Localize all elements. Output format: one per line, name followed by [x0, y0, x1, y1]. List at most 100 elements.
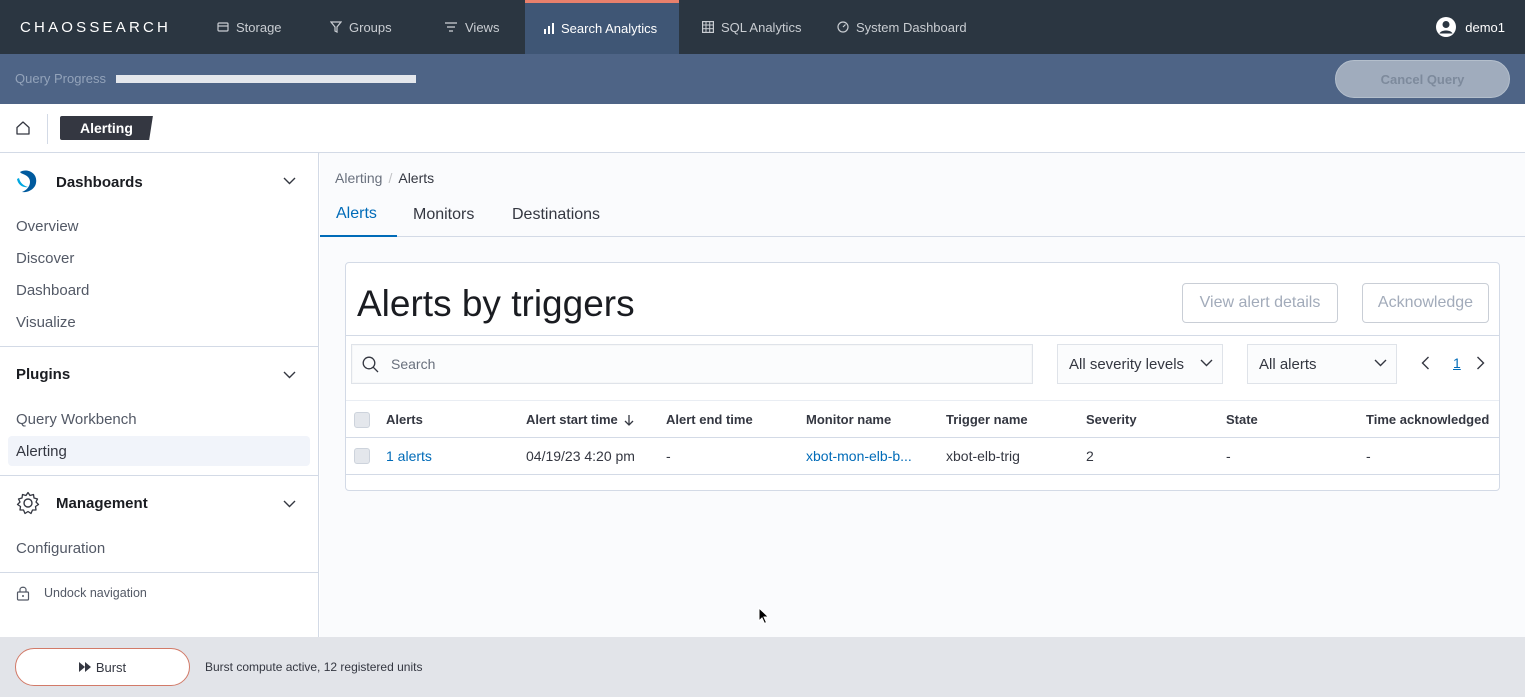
alert-end-time: -	[666, 448, 671, 464]
top-navigation: CHAOSSEARCH Storage Groups Views Search …	[0, 0, 1525, 54]
user-avatar-icon	[1436, 17, 1457, 37]
nav-groups-label: Groups	[349, 19, 392, 35]
fast-forward-icon	[78, 662, 91, 672]
select-all-checkbox[interactable]	[354, 412, 370, 428]
mouse-cursor-icon	[758, 607, 770, 625]
severity-select-value: All severity levels	[1069, 355, 1185, 373]
severity-select[interactable]: All severity levels	[1057, 344, 1223, 384]
page-number[interactable]: 1	[1453, 355, 1461, 371]
nav-system-dashboard-label: System Dashboard	[856, 19, 967, 35]
search-input[interactable]	[391, 356, 991, 372]
column-severity[interactable]: Severity	[1086, 412, 1137, 427]
burst-status-text: Burst compute active, 12 registered unit…	[205, 660, 423, 674]
query-progress-label: Query Progress	[15, 71, 107, 86]
section-dashboards[interactable]: Dashboards	[16, 169, 143, 195]
time-acknowledged-value: -	[1366, 448, 1371, 464]
sidebar-divider	[0, 572, 318, 573]
table-row: 1 alerts 04/19/23 4:20 pm - xbot-mon-elb…	[346, 438, 1499, 475]
table-header: Alerts Alert start time Alert end time M…	[346, 400, 1499, 438]
sidebar-item-overview[interactable]: Overview	[16, 218, 79, 235]
column-state[interactable]: State	[1226, 412, 1258, 427]
column-alerts[interactable]: Alerts	[386, 412, 423, 427]
side-navigation: Dashboards Overview Discover Dashboard V…	[0, 153, 319, 637]
table-icon	[702, 21, 714, 33]
tab-alerts[interactable]: Alerts	[320, 193, 397, 237]
sidebar-item-configuration[interactable]: Configuration	[16, 540, 105, 557]
chevron-left-icon[interactable]	[1421, 356, 1430, 370]
chevron-down-icon[interactable]	[283, 500, 296, 508]
user-menu[interactable]: demo1	[1436, 0, 1505, 54]
alert-start-time: 04/19/23 4:20 pm	[526, 448, 635, 464]
main-content: Alerting / Alerts Alerts Monitors Destinat…	[320, 153, 1525, 637]
breadcrumb-alerts: Alerts	[398, 170, 435, 186]
breadcrumb: Alerting	[0, 104, 1525, 153]
nav-sql-analytics-label: SQL Analytics	[721, 19, 802, 35]
tab-monitors[interactable]: Monitors	[397, 193, 490, 237]
sidebar-item-visualize[interactable]: Visualize	[16, 314, 76, 331]
list-icon	[445, 22, 457, 32]
tab-destinations[interactable]: Destinations	[496, 193, 616, 237]
dashboards-logo-icon	[17, 170, 37, 193]
chevron-down-icon[interactable]	[283, 371, 296, 379]
chevron-down-icon	[1200, 359, 1213, 367]
alerts-count-link[interactable]: 1 alerts	[386, 448, 432, 464]
alerts-panel: Alerts by triggers View alert details Ac…	[345, 262, 1500, 491]
column-trigger-name[interactable]: Trigger name	[946, 412, 1028, 427]
sidebar-item-discover[interactable]: Discover	[16, 250, 74, 267]
panel-divider	[346, 335, 1499, 336]
chevron-right-icon[interactable]	[1476, 356, 1485, 370]
breadcrumb-divider	[47, 114, 48, 144]
undock-navigation-button[interactable]: Undock navigation	[16, 585, 147, 601]
section-plugins[interactable]: Plugins	[16, 366, 70, 383]
column-monitor-name[interactable]: Monitor name	[806, 412, 891, 427]
column-alert-start-time[interactable]: Alert start time	[526, 412, 634, 427]
search-field[interactable]	[351, 344, 1033, 384]
column-time-acknowledged[interactable]: Time acknowledged	[1366, 412, 1489, 427]
trigger-name: xbot-elb-trig	[946, 448, 1020, 464]
nav-search-analytics-label: Search Analytics	[561, 21, 658, 36]
nav-groups[interactable]: Groups	[330, 0, 392, 54]
storage-icon	[217, 22, 229, 32]
panel-title: Alerts by triggers	[357, 283, 635, 324]
nav-system-dashboard[interactable]: System Dashboard	[837, 0, 967, 54]
nav-storage-label: Storage	[236, 19, 282, 35]
section-dashboards-title: Dashboards	[56, 173, 143, 191]
page-breadcrumb: Alerting / Alerts	[335, 170, 434, 186]
monitor-name-link[interactable]: xbot-mon-elb-b...	[806, 448, 912, 464]
sidebar-item-alerting[interactable]: Alerting	[8, 436, 310, 466]
sidebar-divider	[0, 475, 318, 476]
breadcrumb-current: Alerting	[60, 116, 153, 140]
user-name: demo1	[1465, 19, 1505, 35]
nav-sql-analytics[interactable]: SQL Analytics	[702, 0, 801, 54]
query-progress-bar: Query Progress Cancel Query	[0, 54, 1525, 104]
acknowledge-button[interactable]: Acknowledge	[1362, 283, 1489, 323]
nav-search-analytics[interactable]: Search Analytics	[525, 0, 679, 54]
chevron-down-icon[interactable]	[283, 177, 296, 185]
burst-button-label: Burst	[95, 659, 127, 675]
alerts-state-select[interactable]: All alerts	[1247, 344, 1397, 384]
alerting-tabs: Alerts Monitors Destinations	[320, 193, 1525, 237]
sidebar-item-query-workbench[interactable]: Query Workbench	[16, 411, 137, 428]
sidebar-item-dashboard[interactable]: Dashboard	[16, 282, 89, 299]
brand-logo[interactable]: CHAOSSEARCH	[20, 19, 171, 36]
home-icon[interactable]	[15, 120, 31, 136]
column-alert-end-time[interactable]: Alert end time	[666, 412, 753, 427]
section-management[interactable]: Management	[16, 491, 148, 515]
query-progress-fill	[116, 75, 416, 83]
section-management-title: Management	[56, 494, 148, 512]
row-checkbox[interactable]	[354, 448, 370, 464]
search-icon	[362, 356, 379, 372]
lock-icon	[16, 586, 30, 601]
breadcrumb-alerting[interactable]: Alerting	[335, 170, 382, 186]
view-alert-details-button[interactable]: View alert details	[1182, 283, 1338, 323]
undock-navigation-label: Undock navigation	[44, 586, 147, 600]
filter-icon	[330, 21, 342, 33]
section-plugins-title: Plugins	[16, 366, 71, 383]
footer-bar: Burst Burst compute active, 12 registere…	[0, 637, 1525, 697]
burst-button[interactable]: Burst	[15, 648, 190, 686]
nav-storage[interactable]: Storage	[217, 0, 282, 54]
arrow-down-icon	[624, 414, 634, 426]
breadcrumb-separator: /	[388, 170, 393, 186]
nav-views[interactable]: Views	[444, 0, 499, 54]
cancel-query-button[interactable]: Cancel Query	[1335, 60, 1510, 98]
